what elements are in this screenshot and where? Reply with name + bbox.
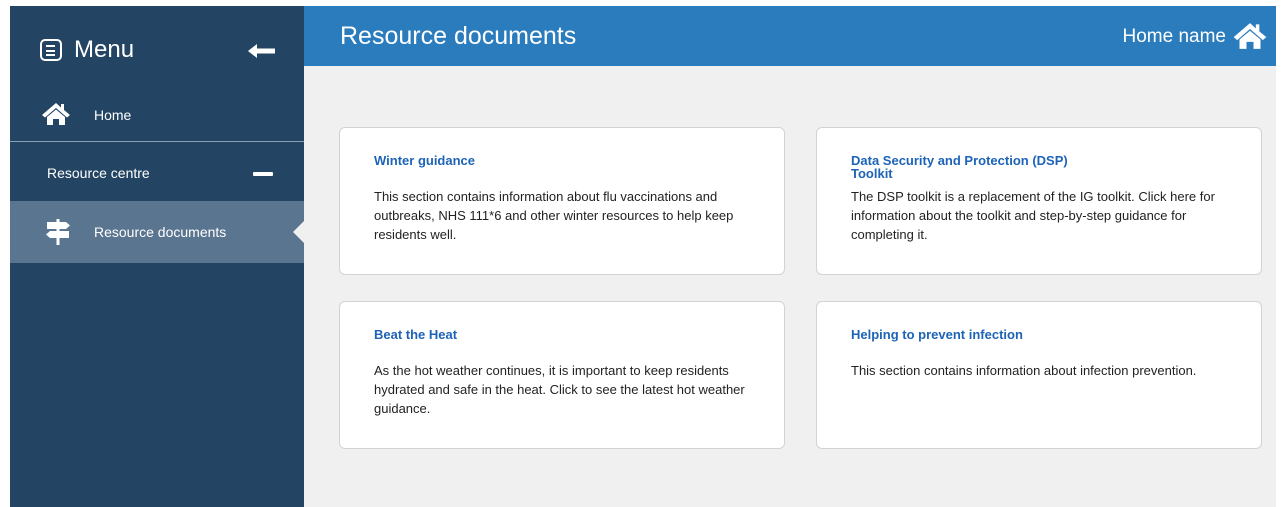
menu-icon[interactable] (40, 39, 62, 61)
card-helping-prevent-infection[interactable]: Helping to prevent infection This sectio… (816, 301, 1262, 449)
sidebar-item-label: Home (94, 107, 132, 123)
home-icon[interactable] (1233, 22, 1267, 50)
card-body: This section contains information about … (851, 363, 1197, 378)
sidebar-item-label: Resource documents (94, 224, 227, 240)
app-frame: Menu Home Resource centre Resource docum… (10, 6, 1276, 507)
card-title[interactable]: Winter guidance (374, 154, 754, 167)
sidebar-section-resource-centre[interactable]: Resource centre (10, 143, 304, 201)
sidebar-item-resource-documents[interactable]: Resource documents (10, 201, 304, 263)
card-dsp-toolkit[interactable]: Data Security and Protection (DSP) Toolk… (816, 127, 1262, 275)
card-title-line: Toolkit (851, 166, 893, 181)
card-title[interactable]: Data Security and Protection (DSP) Toolk… (851, 154, 1231, 180)
card-body: As the hot weather continues, it is impo… (374, 363, 745, 416)
card-title[interactable]: Beat the Heat (374, 328, 754, 341)
active-indicator (293, 221, 304, 243)
card-beat-the-heat[interactable]: Beat the Heat As the hot weather continu… (339, 301, 785, 449)
card-body: The DSP toolkit is a replacement of the … (851, 189, 1215, 242)
signpost-icon (46, 219, 70, 245)
card-winter-guidance[interactable]: Winter guidance This section contains in… (339, 127, 785, 275)
header-bar: Resource documents Home name (304, 6, 1276, 66)
sidebar: Menu Home Resource centre Resource docum… (10, 6, 304, 507)
menu-title: Menu (74, 36, 135, 63)
menu-bar: Menu (10, 6, 304, 92)
sidebar-section-label: Resource centre (47, 165, 150, 181)
home-icon (42, 103, 70, 125)
home-name: Home name (1122, 26, 1227, 47)
sidebar-item-home[interactable]: Home (10, 92, 304, 142)
page-title: Resource documents (340, 22, 577, 50)
minus-icon[interactable] (253, 172, 273, 176)
card-title-line: Data Security and Protection (DSP) (851, 153, 1068, 168)
card-title[interactable]: Helping to prevent infection (851, 328, 1231, 341)
card-body: This section contains information about … (374, 189, 734, 242)
back-arrow-icon[interactable] (248, 43, 276, 59)
